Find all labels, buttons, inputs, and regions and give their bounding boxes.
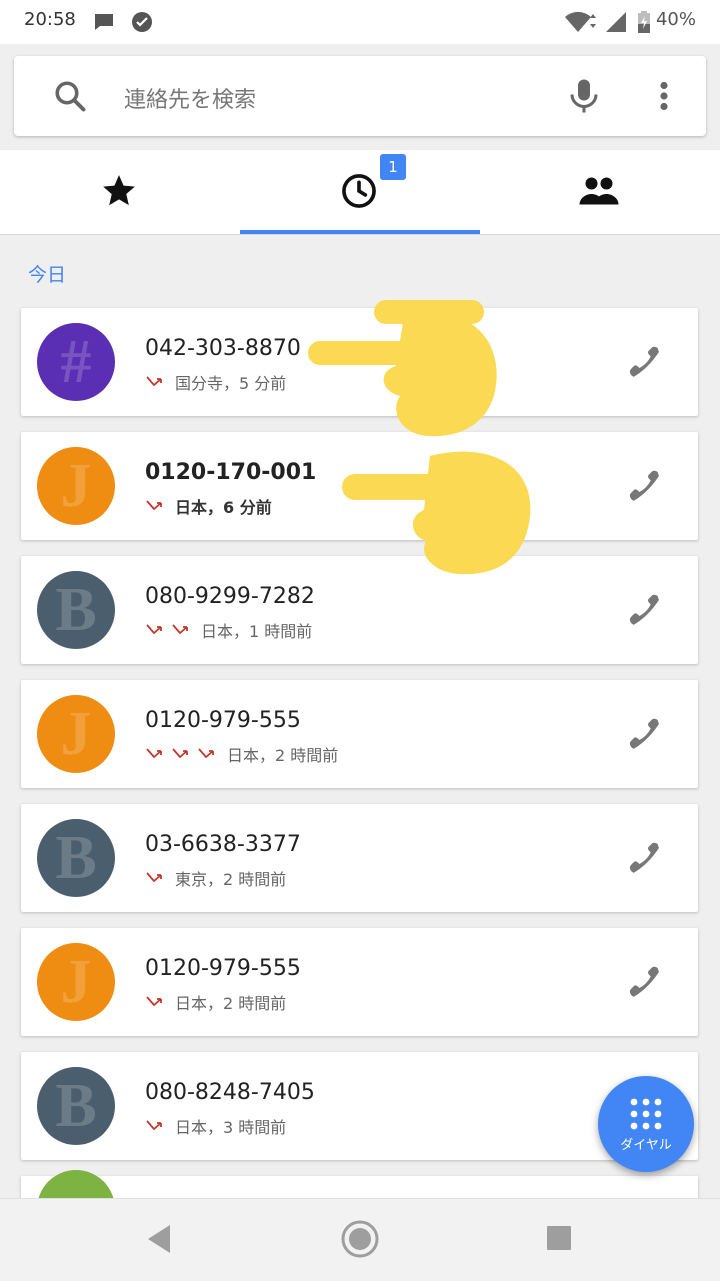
avatar[interactable]: B xyxy=(37,819,115,897)
recents-apps-icon[interactable] xyxy=(546,1225,572,1251)
phone-number: 0120-979-555 xyxy=(145,708,301,733)
location-time: 日本，2 時間前 xyxy=(227,746,339,765)
people-icon xyxy=(579,177,619,205)
dialpad-button[interactable]: ダイヤル xyxy=(598,1076,694,1172)
phone-call-icon[interactable] xyxy=(621,712,665,756)
location-time: 東京，2 時間前 xyxy=(175,870,287,889)
signal-icon xyxy=(606,12,626,32)
call-log-item[interactable]: J 0120-979-555 日本，2 時間前 xyxy=(21,680,698,788)
missed-call-icon xyxy=(172,624,188,635)
call-log-item[interactable]: B 080-8248-7405 日本，3 時間前 xyxy=(21,1052,698,1160)
avatar-glyph: J xyxy=(60,452,92,520)
missed-call-icon xyxy=(146,748,162,759)
tab-favorites[interactable] xyxy=(0,150,240,234)
pointing-hand-icon xyxy=(308,300,497,437)
phone-number: 080-8248-7405 xyxy=(145,1080,315,1105)
battery-icon xyxy=(638,11,650,33)
section-header-today: 今日 xyxy=(28,264,67,286)
location-time: 国分寺，5 分前 xyxy=(175,374,287,393)
phone-call-icon[interactable] xyxy=(621,960,665,1004)
missed-call-icon xyxy=(172,748,188,759)
tab-contacts[interactable] xyxy=(480,150,720,234)
search-icon[interactable] xyxy=(52,78,88,114)
avatar[interactable]: B xyxy=(37,1067,115,1145)
call-log-item[interactable]: B 03-6638-3377 東京，2 時間前 xyxy=(21,804,698,912)
call-log-item[interactable]: J 0120-979-555 日本，2 時間前 xyxy=(21,928,698,1036)
phone-number: 03-6638-3377 xyxy=(145,832,301,857)
avatar[interactable]: # xyxy=(37,323,115,401)
avatar-glyph: B xyxy=(55,824,97,892)
message-notification-icon xyxy=(95,14,113,30)
phone-number: 080-9299-7282 xyxy=(145,584,315,609)
phone-call-icon[interactable] xyxy=(621,588,665,632)
call-details: 日本，2 時間前 xyxy=(145,742,338,766)
call-details: 日本，3 時間前 xyxy=(145,1114,286,1138)
pointing-hand-icon xyxy=(342,451,531,575)
missed-call-icon xyxy=(146,872,162,883)
missed-call-icon xyxy=(146,376,162,387)
task-notification-icon xyxy=(132,12,152,32)
clock-icon xyxy=(342,174,376,208)
back-icon[interactable] xyxy=(146,1223,172,1255)
battery-percent: 40% xyxy=(655,9,696,30)
call-details: 東京，2 時間前 xyxy=(145,866,286,890)
status-bar: 20:58 40% xyxy=(0,0,720,44)
avatar-glyph: B xyxy=(55,1072,97,1140)
avatar-glyph: J xyxy=(60,700,92,768)
location-time: 日本，1 時間前 xyxy=(201,622,313,641)
phone-number: 042-303-8870 xyxy=(145,336,301,361)
location-time: 日本，3 時間前 xyxy=(175,1118,287,1137)
call-details: 日本，2 時間前 xyxy=(145,990,286,1014)
phone-call-icon[interactable] xyxy=(621,836,665,880)
avatar-glyph: # xyxy=(60,328,92,396)
mic-icon[interactable] xyxy=(566,76,602,116)
navigation-bar xyxy=(0,1198,720,1281)
call-details: 日本，1 時間前 xyxy=(145,618,312,642)
location-time: 日本，2 時間前 xyxy=(175,994,287,1013)
avatar-glyph: B xyxy=(55,576,97,644)
more-options-icon[interactable] xyxy=(650,78,678,114)
avatar-glyph: J xyxy=(60,948,92,1016)
search-input[interactable]: 連絡先を検索 xyxy=(124,82,256,114)
dialpad-label: ダイヤル xyxy=(620,1138,672,1153)
phone-call-icon[interactable] xyxy=(621,340,665,384)
phone-number: 0120-979-555 xyxy=(145,956,301,981)
search-bar[interactable]: 連絡先を検索 xyxy=(14,56,706,136)
phone-call-icon[interactable] xyxy=(621,464,665,508)
status-time: 20:58 xyxy=(24,9,76,30)
missed-call-badge: 1 xyxy=(380,154,406,180)
dialpad-icon xyxy=(630,1098,662,1130)
call-details: 国分寺，5 分前 xyxy=(145,370,286,394)
avatar[interactable]: J xyxy=(37,447,115,525)
tab-recents[interactable]: 1 xyxy=(240,150,480,234)
missed-call-icon xyxy=(146,624,162,635)
call-details: 日本，6 分前 xyxy=(145,494,272,518)
missed-call-icon xyxy=(146,1120,162,1131)
tab-bar: 1 xyxy=(0,150,720,234)
avatar[interactable]: J xyxy=(37,695,115,773)
home-icon[interactable] xyxy=(340,1219,380,1259)
avatar[interactable]: J xyxy=(37,943,115,1021)
missed-call-icon xyxy=(198,748,214,759)
avatar[interactable]: B xyxy=(37,571,115,649)
star-icon xyxy=(103,175,135,206)
phone-number: 0120-170-001 xyxy=(145,460,317,485)
location-time: 日本，6 分前 xyxy=(175,498,272,517)
missed-call-icon xyxy=(146,500,162,511)
missed-call-icon xyxy=(146,996,162,1007)
divider xyxy=(0,234,720,235)
wifi-icon xyxy=(565,11,596,32)
